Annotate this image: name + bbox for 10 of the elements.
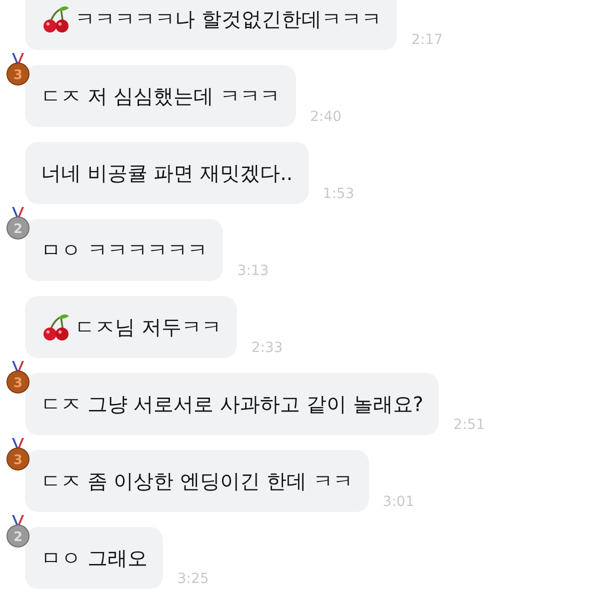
message-text: ㄷㅈ 저 심심했는데 ㅋㅋㅋ xyxy=(41,82,280,110)
message-text: ㄷㅈ님 저두ㅋㅋ xyxy=(75,314,222,340)
cherry-icon xyxy=(41,312,71,342)
message-text: ㅁㅇ ㅋㅋㅋㅋㅋㅋ xyxy=(41,236,208,264)
message-text: ㄷㅈ 좀 이상한 엔딩이긴 한데 ㅋㅋ xyxy=(41,468,353,494)
cherry-icon xyxy=(41,4,71,34)
message-text: ㅋㅋㅋㅋㅋ나 할것없긴한데ㅋㅋㅋ xyxy=(75,6,382,32)
message-text: ㄷㅈ 그냥 서로서로 사과하고 같이 놀래요? xyxy=(41,390,424,418)
message-text: ㅁㅇ 그래오 xyxy=(41,544,148,572)
message-text: 너네 비공큘 파면 재밋겠다.. xyxy=(41,160,293,186)
